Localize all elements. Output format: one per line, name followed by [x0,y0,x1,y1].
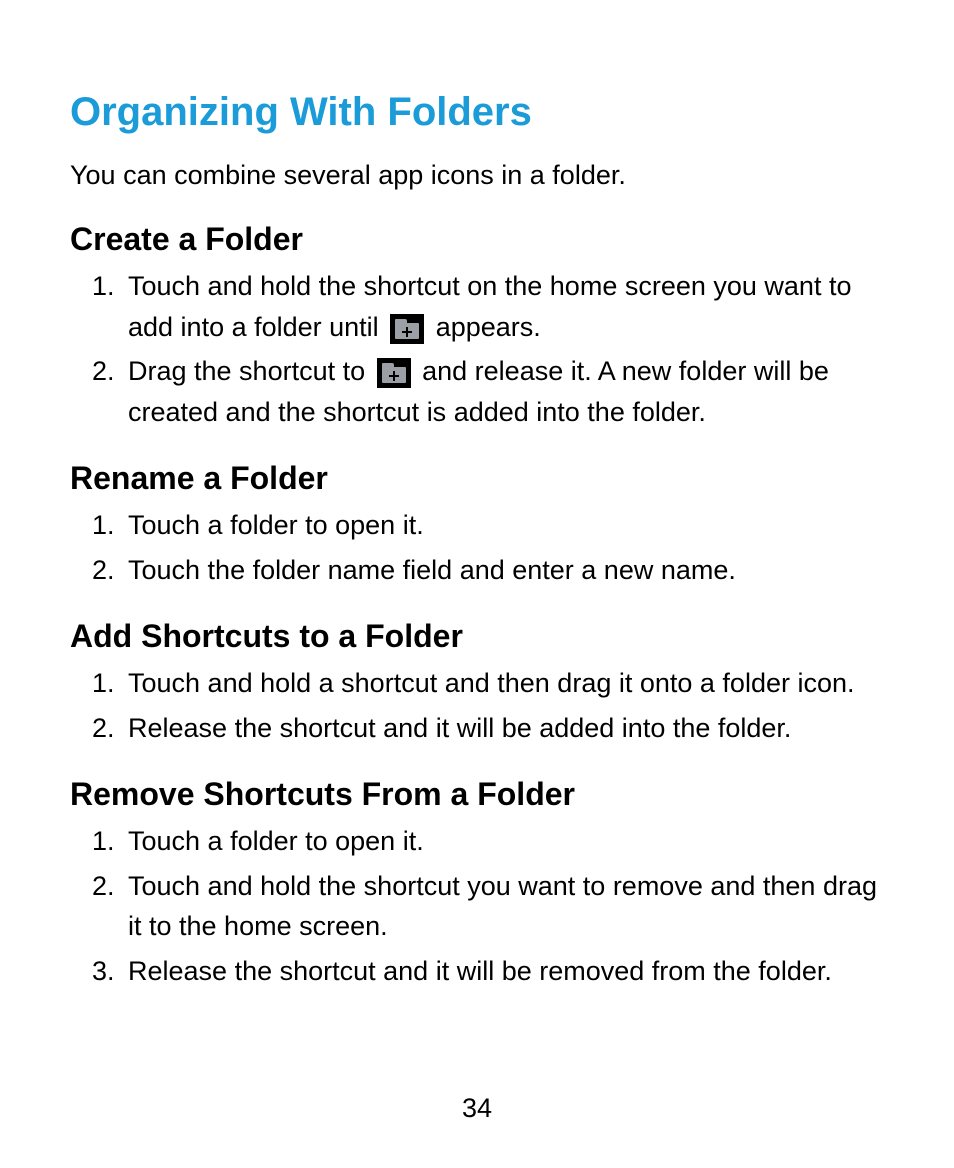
list-item: Touch and hold a shortcut and then drag … [122,663,884,704]
create-steps: Touch and hold the shortcut on the home … [70,266,884,432]
section-heading-add: Add Shortcuts to a Folder [70,618,884,655]
list-item: Release the shortcut and it will be remo… [122,951,884,992]
add-steps: Touch and hold a shortcut and then drag … [70,663,884,748]
step-text: Touch the folder name field and enter a … [128,555,736,585]
step-text: Drag the shortcut to [128,356,373,386]
page-title: Organizing With Folders [70,90,884,135]
section-heading-create: Create a Folder [70,221,884,258]
list-item: Touch and hold the shortcut on the home … [122,266,884,347]
section-heading-remove: Remove Shortcuts From a Folder [70,776,884,813]
list-item: Touch the folder name field and enter a … [122,550,884,591]
rename-steps: Touch a folder to open it. Touch the fol… [70,505,884,590]
step-text: Touch a folder to open it. [128,510,424,540]
list-item: Touch a folder to open it. [122,821,884,862]
step-text: Touch and hold a shortcut and then drag … [128,668,855,698]
list-item: Touch and hold the shortcut you want to … [122,866,884,947]
section-heading-rename: Rename a Folder [70,460,884,497]
list-item: Touch a folder to open it. [122,505,884,546]
step-text: appears. [428,312,541,342]
step-text: Release the shortcut and it will be adde… [128,713,791,743]
list-item: Release the shortcut and it will be adde… [122,708,884,749]
step-text: Touch a folder to open it. [128,826,424,856]
document-page: Organizing With Folders You can combine … [0,0,954,1168]
list-item: Drag the shortcut to and release it. A n… [122,351,884,432]
page-number: 34 [0,1093,954,1124]
remove-steps: Touch a folder to open it. Touch and hol… [70,821,884,991]
folder-add-icon [390,314,424,344]
folder-add-icon [377,358,411,388]
intro-paragraph: You can combine several app icons in a f… [70,157,884,193]
step-text: Touch and hold the shortcut you want to … [128,871,877,942]
step-text: Release the shortcut and it will be remo… [128,956,832,986]
